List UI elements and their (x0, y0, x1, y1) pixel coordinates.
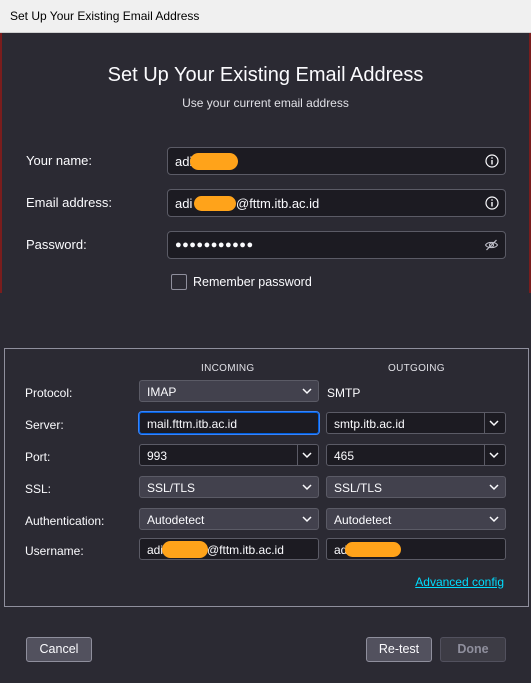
checkbox-box[interactable] (171, 274, 187, 290)
chevron-down-icon (302, 516, 312, 523)
outgoing-header: OUTGOING (388, 363, 445, 374)
done-button[interactable]: Done (440, 637, 506, 662)
chevron-down-icon (302, 484, 312, 491)
dialog-header: Set Up Your Existing Email Address Use y… (0, 64, 531, 110)
incoming-protocol-select[interactable]: IMAP (139, 380, 319, 402)
retest-button[interactable]: Re-test (366, 637, 432, 662)
name-label: Your name: (26, 153, 93, 168)
authentication-label: Authentication: (25, 514, 105, 528)
page-title: Set Up Your Existing Email Address (107, 64, 424, 86)
password-row: Password: ●●●●●●●●●●● (0, 231, 531, 259)
chevron-down-icon[interactable] (489, 419, 499, 427)
info-icon[interactable] (485, 196, 499, 210)
window-title: Set Up Your Existing Email Address (10, 9, 200, 23)
incoming-header: INCOMING (201, 363, 255, 374)
email-value-prefix: adi (175, 196, 193, 211)
chevron-down-icon[interactable] (489, 451, 499, 459)
incoming-ssl-select[interactable]: SSL/TLS (139, 476, 319, 498)
window-titlebar: Set Up Your Existing Email Address (0, 0, 531, 33)
remember-password-label: Remember password (193, 275, 312, 289)
redaction-mark (345, 542, 401, 557)
chevron-down-icon (489, 484, 499, 491)
server-config-panel: INCOMING OUTGOING Protocol: IMAP SMTP Se… (4, 348, 529, 607)
incoming-ssl-value: SSL/TLS (147, 481, 196, 495)
cancel-button[interactable]: Cancel (26, 637, 92, 662)
page-subtitle: Use your current email address (182, 96, 349, 110)
combobox-separator (484, 445, 485, 465)
outgoing-auth-select[interactable]: Autodetect (326, 508, 506, 530)
info-icon[interactable] (485, 154, 499, 168)
incoming-auth-select[interactable]: Autodetect (139, 508, 319, 530)
incoming-port-value: 993 (147, 449, 168, 463)
incoming-auth-value: Autodetect (147, 513, 205, 527)
incoming-server-value: mail.fttm.itb.ac.id (147, 417, 238, 431)
password-field[interactable]: ●●●●●●●●●●● (167, 231, 506, 259)
outgoing-auth-value: Autodetect (334, 513, 392, 527)
incoming-username-input[interactable]: adi @fttm.itb.ac.id (139, 538, 319, 560)
outgoing-ssl-value: SSL/TLS (334, 481, 383, 495)
outgoing-port-value: 465 (334, 449, 355, 463)
password-value: ●●●●●●●●●●● (175, 239, 254, 251)
outgoing-port-combobox[interactable]: 465 (326, 444, 506, 466)
outgoing-ssl-select[interactable]: SSL/TLS (326, 476, 506, 498)
chevron-down-icon[interactable] (302, 451, 312, 459)
name-field[interactable]: adi (167, 147, 506, 175)
protocol-label: Protocol: (25, 386, 73, 400)
password-label: Password: (26, 237, 87, 252)
email-label: Email address: (26, 195, 112, 210)
username-label: Username: (25, 544, 84, 558)
email-value-suffix: @fttm.itb.ac.id (236, 196, 320, 211)
incoming-server-input[interactable]: mail.fttm.itb.ac.id (138, 411, 320, 435)
incoming-port-combobox[interactable]: 993 (139, 444, 319, 466)
incoming-username-suffix: @fttm.itb.ac.id (207, 543, 284, 557)
name-row: Your name: adi (0, 147, 531, 175)
server-label: Server: (25, 418, 64, 432)
email-field[interactable]: adi @fttm.itb.ac.id (167, 189, 506, 217)
combobox-separator (297, 445, 298, 465)
redaction-mark (194, 196, 236, 211)
redaction-mark (190, 153, 238, 170)
eye-slash-icon[interactable] (484, 238, 499, 252)
email-row: Email address: adi @fttm.itb.ac.id (0, 189, 531, 217)
outgoing-protocol-value: SMTP (327, 386, 361, 400)
redaction-mark (162, 541, 208, 558)
chevron-down-icon (302, 388, 312, 395)
outgoing-username-input[interactable]: ad (326, 538, 506, 560)
ssl-label: SSL: (25, 482, 52, 496)
incoming-protocol-value: IMAP (147, 385, 177, 399)
incoming-username-prefix: adi (147, 543, 164, 557)
advanced-config-link[interactable]: Advanced config (415, 575, 504, 589)
port-label: Port: (25, 450, 51, 464)
chevron-down-icon (489, 516, 499, 523)
combobox-separator (484, 413, 485, 433)
outgoing-server-value: smtp.itb.ac.id (334, 417, 405, 431)
outgoing-server-combobox[interactable]: smtp.itb.ac.id (326, 412, 506, 434)
